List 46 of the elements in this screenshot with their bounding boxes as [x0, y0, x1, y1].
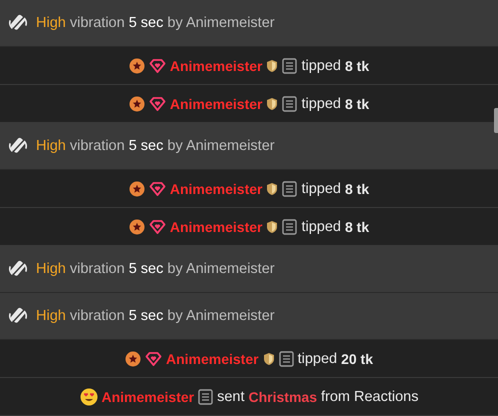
- username-link[interactable]: Animemeister: [170, 218, 262, 234]
- scrollbar-thumb[interactable]: [494, 108, 498, 133]
- heart-eyes-emoji-icon: [80, 388, 98, 406]
- vibration-text: High vibration 5 sec by Animemeister: [36, 308, 275, 324]
- shield-icon: [262, 352, 275, 366]
- tip-amount: 8 tk: [344, 218, 370, 234]
- shield-icon: [266, 182, 278, 196]
- heart-gem-icon: [148, 96, 166, 112]
- tip-text: tipped: [301, 218, 341, 234]
- shield-icon: [266, 58, 278, 72]
- tip-amount: 8 tk: [344, 180, 370, 196]
- tip-amount: 8 tk: [344, 58, 370, 74]
- shield-icon: [266, 96, 278, 110]
- heart-gem-icon: [148, 58, 166, 74]
- document-icon: [282, 58, 298, 74]
- heart-gem-icon: [144, 350, 162, 366]
- username-link[interactable]: Animemeister: [170, 96, 262, 112]
- document-icon: [282, 96, 298, 112]
- document-icon: [278, 350, 294, 366]
- document-icon: [282, 180, 298, 196]
- reaction-name: Christmas: [248, 388, 317, 404]
- vibration-text: High vibration 5 sec by Animemeister: [36, 138, 275, 154]
- tip-amount: 20 tk: [341, 350, 374, 366]
- tip-text: tipped: [298, 350, 338, 366]
- document-icon: [198, 388, 214, 404]
- star-badge-icon: [128, 180, 145, 196]
- reaction-source: from Reactions: [320, 388, 418, 404]
- reaction-verb: sent: [217, 388, 245, 404]
- document-icon: [282, 218, 298, 234]
- tip-text: tipped: [301, 96, 341, 112]
- tip-amount: 8 tk: [344, 96, 370, 112]
- shield-icon: [266, 220, 278, 234]
- star-badge-icon: [128, 96, 145, 112]
- username-link[interactable]: Animemeister: [102, 388, 194, 404]
- heart-gem-icon: [148, 180, 166, 196]
- star-badge-icon: [128, 218, 145, 234]
- tip-text: tipped: [301, 58, 341, 74]
- heart-gem-icon: [148, 218, 166, 234]
- username-link[interactable]: Animemeister: [166, 350, 259, 366]
- username-link[interactable]: Animemeister: [170, 58, 262, 74]
- vibration-text: High vibration 5 sec by Animemeister: [36, 15, 275, 31]
- vibration-text: High vibration 5 sec by Animemeister: [36, 261, 275, 277]
- username-link[interactable]: Animemeister: [170, 180, 262, 196]
- tip-text: tipped: [301, 180, 341, 196]
- star-badge-icon: [128, 58, 145, 74]
- star-badge-icon: [124, 350, 141, 366]
